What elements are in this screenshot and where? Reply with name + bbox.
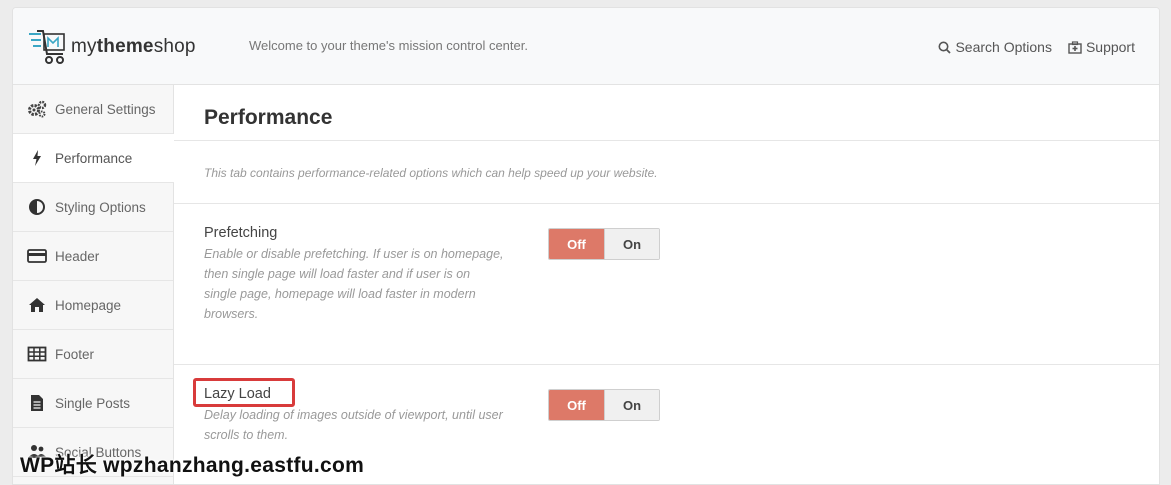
home-icon — [27, 296, 47, 314]
sidebar-item-performance[interactable]: Performance — [13, 134, 174, 183]
table-icon — [27, 345, 47, 363]
search-options-link[interactable]: Search Options — [938, 39, 1052, 55]
sidebar-item-styling-options[interactable]: Styling Options — [13, 183, 173, 232]
lazy-load-toggle: Off On — [548, 389, 660, 421]
prefetching-toggle: Off On — [548, 228, 660, 260]
support-link[interactable]: Support — [1068, 39, 1135, 55]
sidebar-item-label: Footer — [55, 346, 95, 362]
option-description: Enable or disable prefetching. If user i… — [204, 247, 504, 321]
sidebar-item-homepage[interactable]: Homepage — [13, 281, 173, 330]
sidebar: General Settings Performance Styling Opt… — [13, 85, 174, 484]
search-icon — [938, 41, 952, 54]
sidebar-item-header[interactable]: Header — [13, 232, 173, 281]
sidebar-item-general-settings[interactable]: General Settings — [13, 85, 173, 134]
main-content: Performance This tab contains performanc… — [174, 85, 1159, 484]
support-label: Support — [1085, 39, 1135, 55]
lazy-load-off-button[interactable]: Off — [549, 390, 604, 420]
options-panel: mythemeshop Welcome to your theme's miss… — [12, 7, 1160, 485]
option-description: Delay loading of images outside of viewp… — [204, 408, 503, 442]
option-prefetching: Prefetching Enable or disable prefetchin… — [174, 204, 1159, 365]
welcome-text: Welcome to your theme's mission control … — [249, 38, 528, 53]
cart-icon — [29, 30, 65, 64]
page-title: Performance — [174, 85, 1159, 141]
prefetching-on-button[interactable]: On — [604, 229, 659, 259]
watermark: WP站长 wpzhanzhang.eastfu.com — [20, 454, 365, 477]
sidebar-item-label: Performance — [55, 150, 133, 166]
bolt-icon — [27, 149, 47, 167]
logo: mythemeshop — [27, 28, 196, 66]
sidebar-item-label: General Settings — [55, 101, 156, 117]
document-icon — [27, 394, 47, 412]
card-icon — [27, 247, 47, 265]
sidebar-item-footer[interactable]: Footer — [13, 330, 173, 379]
prefetching-off-button[interactable]: Off — [549, 229, 604, 259]
top-bar: mythemeshop Welcome to your theme's miss… — [13, 8, 1159, 85]
tab-description: This tab contains performance-related op… — [174, 141, 1159, 204]
option-title: Prefetching — [204, 225, 278, 241]
sidebar-item-single-posts[interactable]: Single Posts — [13, 379, 173, 428]
sidebar-item-label: Header — [55, 248, 100, 264]
logo-text: mythemeshop — [71, 36, 196, 57]
medkit-icon — [1068, 40, 1082, 54]
gears-icon — [27, 100, 47, 118]
sidebar-item-label: Homepage — [55, 297, 122, 313]
option-title: Lazy Load — [204, 386, 271, 402]
contrast-icon — [27, 198, 47, 216]
sidebar-item-label: Single Posts — [55, 395, 131, 411]
lazy-load-on-button[interactable]: On — [604, 390, 659, 420]
sidebar-item-label: Styling Options — [55, 199, 146, 215]
search-options-label: Search Options — [955, 39, 1052, 55]
